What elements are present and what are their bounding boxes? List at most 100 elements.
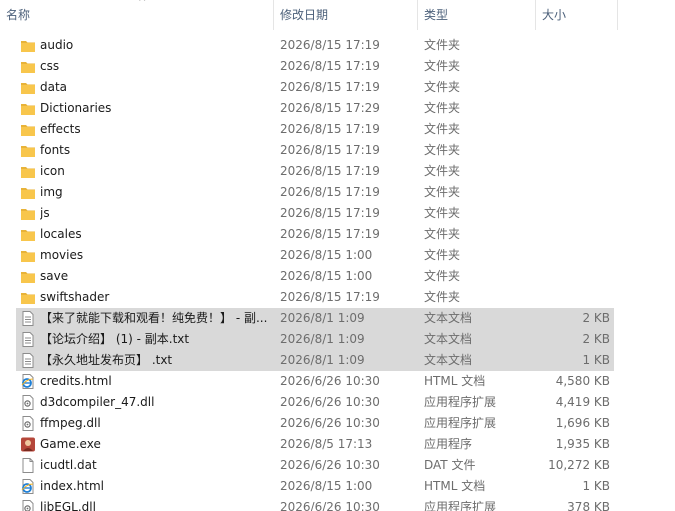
file-size: 2 KB [582, 311, 610, 325]
file-modified-date: 2026/8/15 1:00 [280, 479, 373, 493]
file-modified-date: 2026/8/1 1:09 [280, 353, 365, 367]
vertical-scrollbar[interactable] [668, 0, 675, 511]
file-size [516, 35, 610, 56]
file-size: 2 KB [582, 332, 610, 346]
column-modified-label: 修改日期 [280, 8, 329, 22]
file-size [516, 119, 610, 140]
folder-icon [20, 38, 36, 53]
file-name: ffmpeg.dll [40, 416, 101, 430]
file-size [516, 287, 610, 308]
column-header: 名称 ^ 修改日期 类型 大小 [0, 0, 675, 30]
file-name: img [40, 185, 63, 199]
file-row[interactable]: img 2026/8/15 17:19 文件夹 [16, 182, 614, 203]
file-row[interactable]: 【来了就能下载和观看！纯免费！】 - 副... 2026/8/1 1:09 文本文档… [16, 308, 614, 329]
dll-file-icon [20, 416, 36, 431]
file-row[interactable]: save 2026/8/15 1:00 文件夹 [16, 266, 614, 287]
file-name: credits.html [40, 374, 112, 388]
file-row[interactable]: data 2026/8/15 17:19 文件夹 [16, 77, 614, 98]
file-modified-date: 2026/8/15 1:00 [280, 248, 373, 262]
column-name-header[interactable]: 名称 ^ [0, 0, 272, 30]
file-row[interactable]: audio 2026/8/15 17:19 文件夹 [16, 35, 614, 56]
file-modified-date: 2026/6/26 10:30 [280, 458, 380, 472]
file-modified-date: 2026/8/15 17:19 [280, 185, 380, 199]
file-name: icudtl.dat [40, 458, 97, 472]
file-size: 1 KB [582, 479, 610, 493]
file-modified-date: 2026/8/15 17:19 [280, 122, 380, 136]
file-row[interactable]: Game.exe 2026/8/5 17:13 应用程序 1,935 KB [16, 434, 614, 455]
column-divider[interactable] [617, 0, 618, 30]
file-name: Dictionaries [40, 101, 112, 115]
sort-ascending-icon: ^ [138, 0, 147, 8]
text-file-icon [20, 353, 36, 368]
file-row[interactable]: icon 2026/8/15 17:19 文件夹 [16, 161, 614, 182]
file-modified-date: 2026/8/15 1:00 [280, 269, 373, 283]
file-modified-date: 2026/8/15 17:29 [280, 101, 380, 115]
file-name: libEGL.dll [40, 500, 96, 511]
file-name: 【来了就能下载和观看！纯免费！】 - 副... [40, 311, 268, 325]
file-name: save [40, 269, 69, 283]
file-name: fonts [40, 143, 71, 157]
file-row[interactable]: locales 2026/8/15 17:19 文件夹 [16, 224, 614, 245]
file-row[interactable]: index.html 2026/8/15 1:00 HTML 文档 1 KB [16, 476, 614, 497]
file-row[interactable]: icudtl.dat 2026/6/26 10:30 DAT 文件 10,272 KB [16, 455, 614, 476]
file-modified-date: 2026/8/15 17:19 [280, 206, 380, 220]
file-size [516, 203, 610, 224]
file-size: 4,419 KB [555, 395, 610, 409]
file-row[interactable]: swiftshader 2026/8/15 17:19 文件夹 [16, 287, 614, 308]
file-size [516, 140, 610, 161]
text-file-icon [20, 332, 36, 347]
folder-icon [20, 101, 36, 116]
file-size [516, 77, 610, 98]
ie-html-icon [20, 479, 36, 494]
file-modified-date: 2026/6/26 10:30 [280, 395, 380, 409]
file-row[interactable]: d3dcompiler_47.dll 2026/6/26 10:30 应用程序扩展 4… [16, 392, 614, 413]
file-row[interactable]: Dictionaries 2026/8/15 17:29 文件夹 [16, 98, 614, 119]
file-size [516, 245, 610, 266]
file-modified-date: 2026/8/15 17:19 [280, 143, 380, 157]
file-size: 1,935 KB [555, 437, 610, 451]
file-name: Game.exe [40, 437, 101, 451]
file-name: audio [40, 38, 74, 52]
folder-icon [20, 227, 36, 242]
column-size-label: 大小 [542, 8, 567, 22]
file-row[interactable]: ffmpeg.dll 2026/6/26 10:30 应用程序扩展 1,696 KB [16, 413, 614, 434]
file-row[interactable]: movies 2026/8/15 1:00 文件夹 [16, 245, 614, 266]
file-size [516, 224, 610, 245]
file-row[interactable]: 【永久地址发布页】 .txt 2026/8/1 1:09 文本文档 1 KB [16, 350, 614, 371]
file-size [516, 98, 610, 119]
file-modified-date: 2026/6/26 10:30 [280, 500, 380, 511]
file-row[interactable]: css 2026/8/15 17:19 文件夹 [16, 56, 614, 77]
file-name: effects [40, 122, 81, 136]
file-name: js [40, 206, 50, 220]
file-size [516, 266, 610, 287]
folder-icon [20, 143, 36, 158]
column-modified-header[interactable]: 修改日期 [274, 0, 416, 30]
file-row[interactable]: effects 2026/8/15 17:19 文件夹 [16, 119, 614, 140]
text-file-icon [20, 311, 36, 326]
column-size-header[interactable]: 大小 [536, 0, 616, 30]
column-type-label: 类型 [424, 8, 449, 22]
file-row[interactable]: 【论坛介绍】 (1) - 副本.txt 2026/8/1 1:09 文本文档 2 KB [16, 329, 614, 350]
folder-icon [20, 185, 36, 200]
file-size: 1 KB [582, 353, 610, 367]
folder-icon [20, 269, 36, 284]
file-row[interactable]: credits.html 2026/6/26 10:30 HTML 文档 4,580 … [16, 371, 614, 392]
column-type-header[interactable]: 类型 [418, 0, 534, 30]
file-size: 1,696 KB [555, 416, 610, 430]
file-modified-date: 2026/8/15 17:19 [280, 80, 380, 94]
file-name: data [40, 80, 68, 94]
file-modified-date: 2026/8/15 17:19 [280, 59, 380, 73]
file-name: d3dcompiler_47.dll [40, 395, 155, 409]
file-row[interactable]: libEGL.dll 2026/6/26 10:30 应用程序扩展 378 KB [16, 497, 614, 511]
file-row[interactable]: fonts 2026/8/15 17:19 文件夹 [16, 140, 614, 161]
ie-html-icon [20, 374, 36, 389]
game-exe-icon [20, 437, 36, 452]
file-row[interactable]: js 2026/8/15 17:19 文件夹 [16, 203, 614, 224]
file-modified-date: 2026/8/5 17:13 [280, 437, 373, 451]
file-modified-date: 2026/6/26 10:30 [280, 374, 380, 388]
file-size: 4,580 KB [555, 374, 610, 388]
dll-file-icon [20, 500, 36, 511]
folder-icon [20, 122, 36, 137]
file-explorer-list: 名称 ^ 修改日期 类型 大小 audio 2026/8/15 17:19 文件夹 c… [0, 0, 675, 511]
folder-icon [20, 80, 36, 95]
